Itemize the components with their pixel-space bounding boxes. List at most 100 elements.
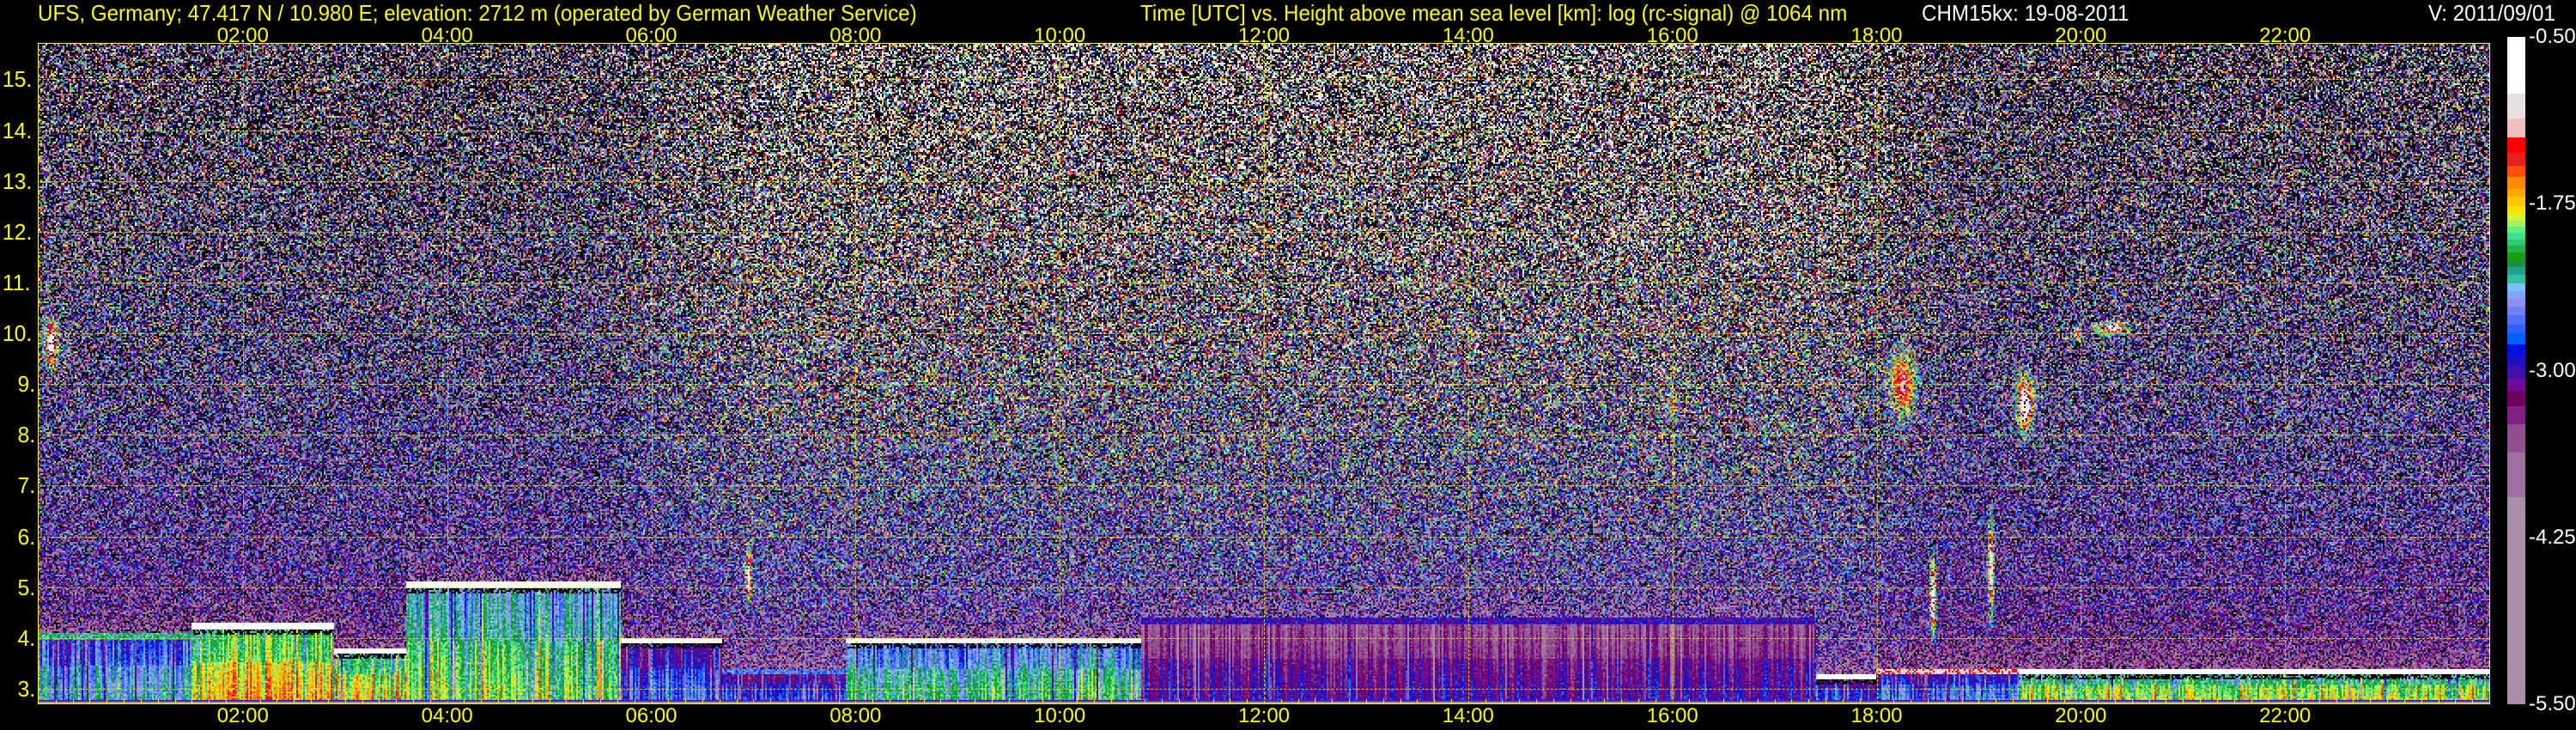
x-tick-label-bottom: 10:00 [1034,704,1086,727]
minor-tick [583,699,585,703]
colorbar-segment [2507,119,2525,138]
minor-tick [2318,699,2320,703]
minor-tick [157,699,159,703]
y-tick-label: 3. [17,675,36,702]
horizontal-grid-line [39,536,2489,538]
minor-tick [2336,699,2337,703]
vertical-grid-line [651,44,653,703]
horizontal-grid-line [39,485,2489,487]
minor-tick [770,699,772,703]
minor-tick [2268,699,2269,703]
minor-tick [1587,699,1589,703]
minor-tick [1723,699,1725,703]
vertical-grid-line [1672,44,1674,703]
minor-tick [736,699,738,703]
vertical-grid-line [447,44,448,703]
minor-tick [1706,699,1708,703]
minor-tick [2200,699,2202,703]
minor-tick [2472,699,2474,703]
minor-tick [1434,699,1436,703]
colorbar-segment [2507,37,2525,94]
minor-tick [957,699,959,703]
minor-tick [481,699,483,703]
minor-tick [140,699,142,703]
colorbar-tick-label: -3.00 [2529,358,2576,382]
minor-tick [1604,699,1606,703]
minor-tick [2046,699,2048,703]
horizontal-grid-line [39,384,2489,386]
colorbar-segment [2507,274,2525,284]
minor-tick [1757,699,1759,703]
minor-tick [1791,699,1793,703]
horizontal-grid-line [39,333,2489,335]
minor-tick [413,699,415,703]
minor-tick [2029,699,2031,703]
instrument-date: CHM15kx: 19-08-2011 [1922,0,2129,26]
colorbar-tick-label: -1.75 [2529,192,2576,216]
minor-tick [2114,699,2116,703]
colorbar-segment [2507,177,2525,190]
minor-tick [1400,699,1401,703]
x-tick-label-bottom: 12:00 [1237,704,1291,727]
minor-tick [106,699,108,703]
minor-tick [498,699,500,703]
minor-tick [991,699,993,703]
minor-tick [2251,699,2252,703]
y-tick-label: 8. [17,422,36,448]
minor-tick [2098,699,2099,703]
vertical-grid-line [1876,44,1878,703]
colorbar-segment [2507,188,2525,198]
plot-title: Time [UTC] vs. Height above mean sea lev… [1140,0,1848,26]
minor-tick [89,699,91,703]
version-label: V: 2011/09/01 [2428,0,2555,26]
minor-tick [514,699,516,703]
backscatter-heatmap [39,44,2489,703]
minor-tick [668,699,670,703]
minor-tick [1212,699,1214,703]
horizontal-grid-line [39,637,2489,639]
colorbar-segment [2507,252,2525,261]
vertical-grid-line [1467,44,1469,703]
minor-tick [702,699,703,703]
minor-tick [1859,699,1861,703]
minor-tick [259,699,261,703]
colorbar-segment [2507,496,2525,705]
minor-tick [1842,699,1844,703]
colorbar-segment [2507,137,2525,154]
minor-tick [1247,699,1249,703]
minor-tick [1927,699,1929,703]
minor-tick [361,699,363,703]
y-tick-label: 4. [17,624,36,651]
minor-tick [2233,699,2235,703]
minor-tick [685,699,687,703]
x-tick-label-bottom: 06:00 [625,704,677,727]
colorbar-segment [2507,94,2525,119]
minor-tick [1195,699,1197,703]
minor-tick [294,699,295,703]
x-tick-label-bottom: 04:00 [421,704,473,727]
minor-tick [1178,699,1180,703]
minor-tick [1365,699,1367,703]
colorbar-segment [2507,405,2525,425]
y-tick-label: 10. [2,320,33,347]
colorbar-segment [2507,166,2525,178]
minor-tick [2131,699,2133,703]
colorbar-segment [2507,344,2525,357]
minor-tick [1552,699,1554,703]
minor-tick [1008,699,1010,703]
minor-tick [838,699,840,703]
minor-tick [2370,699,2372,703]
minor-tick [1382,699,1384,703]
minor-tick [1076,699,1078,703]
y-tick-label: 12. [2,218,33,245]
horizontal-grid-line [39,79,2489,81]
y-tick-label: 7. [17,472,36,499]
minor-tick [191,699,193,703]
minor-tick [2421,699,2422,703]
x-tick-label-bottom: 22:00 [2259,704,2312,727]
colorbar-segment [2507,315,2525,325]
minor-tick [1638,699,1640,703]
x-tick-label-bottom: 20:00 [2055,704,2107,727]
vertical-grid-line [1264,44,1265,703]
minor-tick [1774,699,1776,703]
